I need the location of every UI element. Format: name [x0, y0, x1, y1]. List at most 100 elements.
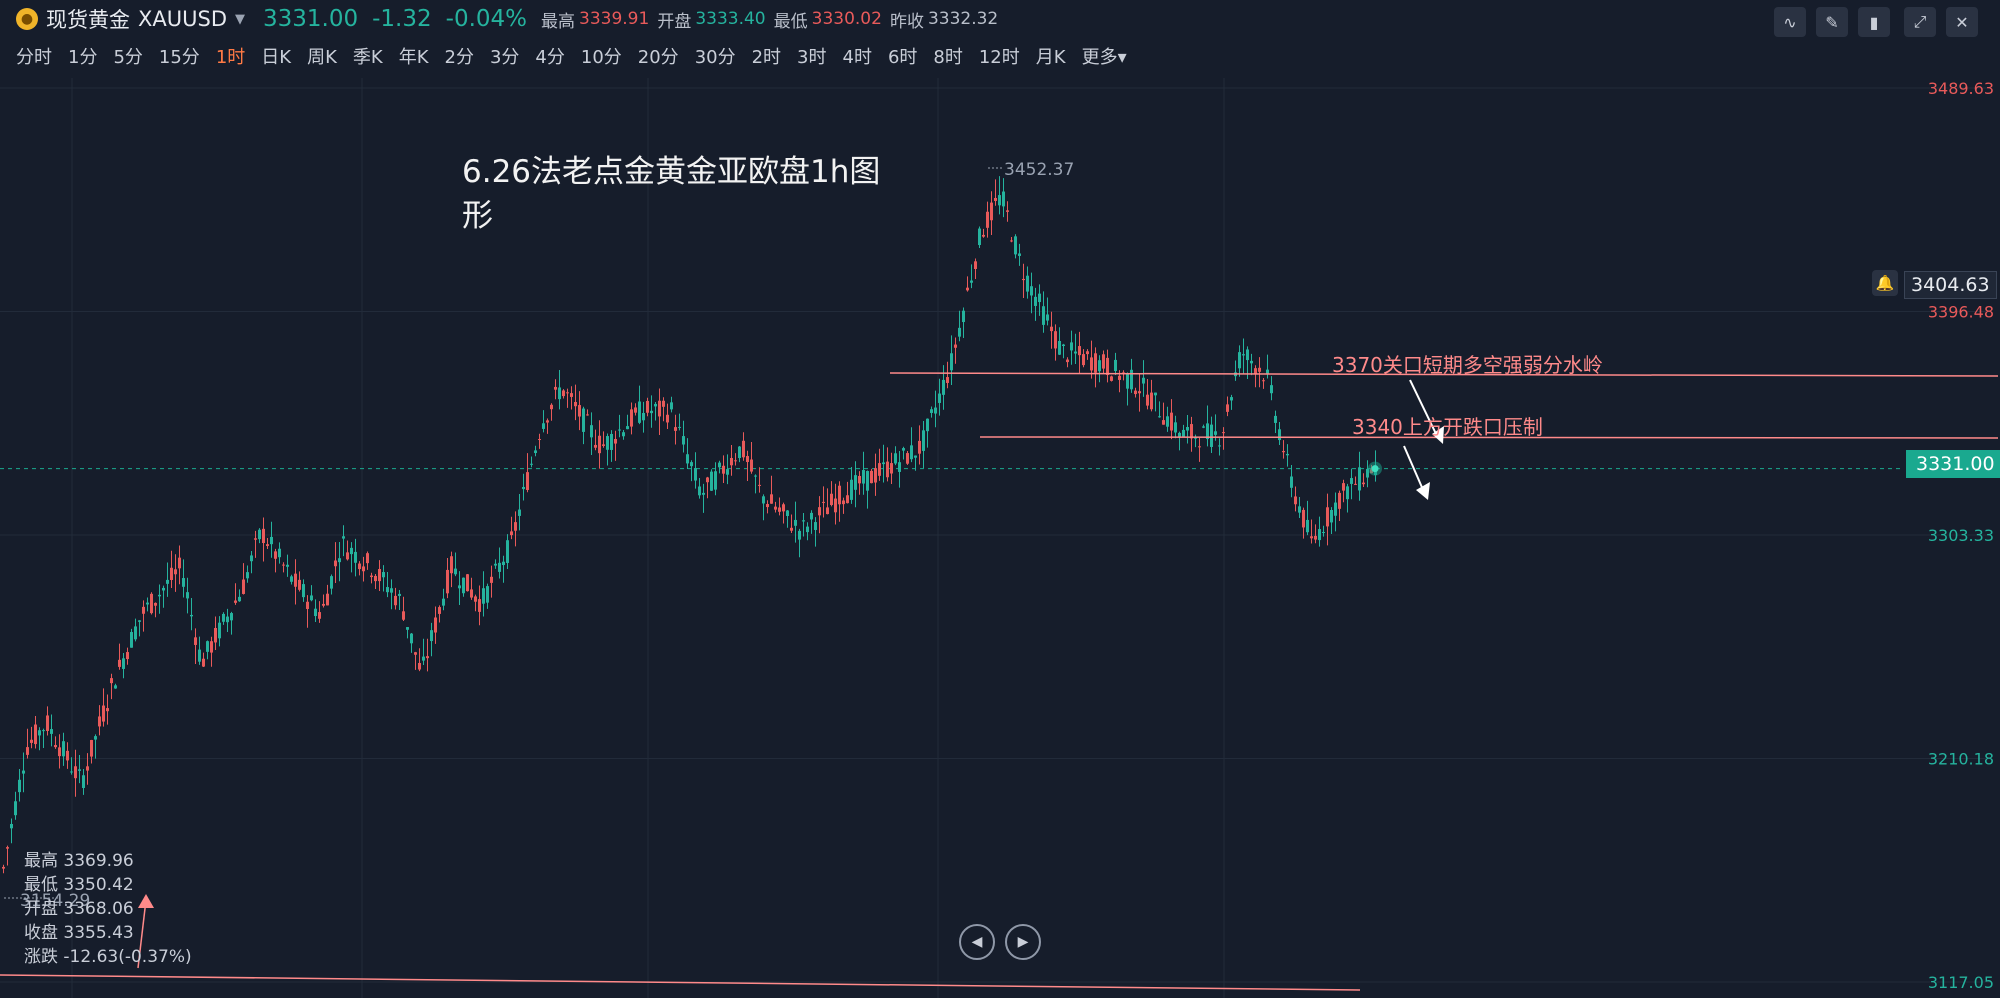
candle-body	[718, 462, 721, 468]
candle-body	[770, 494, 773, 504]
alert-price-tag[interactable]: 3404.63	[1904, 271, 1997, 299]
skip-back-icon[interactable]: ◀	[959, 924, 995, 960]
price-change: -1.32	[372, 6, 432, 32]
y-axis-label-3: 3210.18	[1928, 750, 1994, 769]
candle-body	[1138, 391, 1141, 394]
candle-body	[326, 593, 329, 606]
candle-body	[582, 408, 585, 432]
period-6[interactable]: 周K	[307, 43, 337, 69]
info-open: 开盘 3368.06	[24, 899, 134, 919]
period-12[interactable]: 10分	[581, 43, 622, 69]
candle-body	[58, 747, 61, 757]
candle-body	[1058, 340, 1061, 355]
candle-body	[298, 579, 301, 590]
candle-body	[1262, 380, 1265, 382]
candle-body	[590, 425, 593, 438]
candle-body	[1310, 536, 1313, 539]
candle-body	[526, 472, 529, 490]
period-15[interactable]: 2时	[752, 43, 781, 69]
period-20[interactable]: 12时	[979, 43, 1020, 69]
candle-body	[42, 730, 45, 732]
candle-body	[374, 575, 377, 582]
y-axis-label-0: 3489.63	[1928, 79, 1994, 98]
candle-body	[130, 632, 133, 648]
candle-body	[514, 522, 517, 531]
chevron-down-icon[interactable]: ▼	[235, 12, 245, 27]
candle-body	[1114, 359, 1117, 372]
candle-body	[66, 750, 69, 761]
period-16[interactable]: 3时	[797, 43, 826, 69]
pencil-icon[interactable]: ✎	[1816, 7, 1848, 37]
instrument-name[interactable]: 现货黄金	[46, 4, 130, 34]
period-17[interactable]: 4时	[843, 43, 872, 69]
candle-body	[766, 504, 769, 508]
period-8[interactable]: 年K	[399, 43, 429, 69]
candle-body	[602, 444, 605, 446]
candle-body	[1078, 346, 1081, 356]
period-21[interactable]: 月K	[1036, 43, 1066, 69]
period-2[interactable]: 5分	[113, 43, 142, 69]
candle-body	[1322, 531, 1325, 533]
candle-body	[354, 551, 357, 563]
candle-body	[698, 486, 701, 496]
period-13[interactable]: 20分	[638, 43, 679, 69]
period-10[interactable]: 3分	[490, 43, 519, 69]
period-9[interactable]: 2分	[445, 43, 474, 69]
candlestick-icon[interactable]: ▮	[1858, 7, 1890, 37]
candle-body	[378, 569, 381, 582]
skip-forward-icon[interactable]: ▶	[1005, 924, 1041, 960]
candle-body	[162, 587, 165, 591]
candle-body	[990, 202, 993, 221]
candle-body	[1130, 369, 1133, 390]
candle-body	[666, 414, 669, 423]
period-14[interactable]: 30分	[695, 43, 736, 69]
candle-body	[1302, 509, 1305, 528]
period-22[interactable]: 更多▾	[1082, 43, 1127, 69]
period-4[interactable]: 1时	[216, 43, 245, 69]
candle-body	[1306, 519, 1309, 533]
candle-body	[798, 530, 801, 540]
candle-body	[574, 402, 577, 407]
period-5[interactable]: 日K	[261, 43, 291, 69]
candle-body	[1210, 424, 1213, 447]
candle-body	[534, 450, 537, 454]
close-icon[interactable]: ✕	[1946, 7, 1978, 37]
period-18[interactable]: 6时	[888, 43, 917, 69]
candle-body	[1022, 278, 1025, 281]
candle-body	[26, 747, 29, 755]
expand-icon[interactable]: ⤢	[1904, 7, 1936, 37]
candle-body	[1350, 478, 1353, 484]
period-selector: 分时 1分 5分 15分 1时 日K 周K 季K 年K 2分 3分 4分 10分 20分 30分 2时 3时 4时…	[0, 40, 1127, 72]
candle-body	[102, 705, 105, 722]
bell-icon[interactable]: 🔔	[1872, 270, 1898, 296]
candle-body	[806, 526, 809, 533]
candle-body	[1086, 351, 1089, 355]
candle-body	[430, 630, 433, 642]
period-0[interactable]: 分时	[16, 43, 52, 69]
candle-body	[1106, 357, 1109, 375]
candle-body	[802, 520, 805, 522]
candle-body	[1214, 431, 1217, 435]
candle-body	[1146, 394, 1149, 406]
candle-body	[910, 445, 913, 460]
chart-line-icon[interactable]: ∿	[1774, 7, 1806, 37]
candle-body	[70, 771, 73, 773]
candle-body	[454, 568, 457, 575]
candle-body	[970, 280, 973, 283]
candle-body	[1338, 492, 1341, 509]
period-11[interactable]: 4分	[535, 43, 564, 69]
candle-body	[194, 637, 197, 645]
period-1[interactable]: 1分	[68, 43, 97, 69]
candle-body	[158, 594, 161, 597]
candle-body	[434, 617, 437, 633]
instrument-symbol[interactable]: XAUUSD	[138, 7, 227, 31]
period-19[interactable]: 8时	[933, 43, 962, 69]
candle-body	[214, 628, 217, 643]
candle-body	[794, 519, 797, 526]
period-7[interactable]: 季K	[353, 43, 383, 69]
candle-body	[1094, 353, 1097, 373]
period-3[interactable]: 15分	[159, 43, 200, 69]
candle-body	[1066, 359, 1069, 363]
arrow-2-head	[1416, 482, 1430, 500]
candlestick-chart[interactable]: 3489.63 3396.48 3303.33 3210.18 3117.05	[0, 78, 2000, 998]
